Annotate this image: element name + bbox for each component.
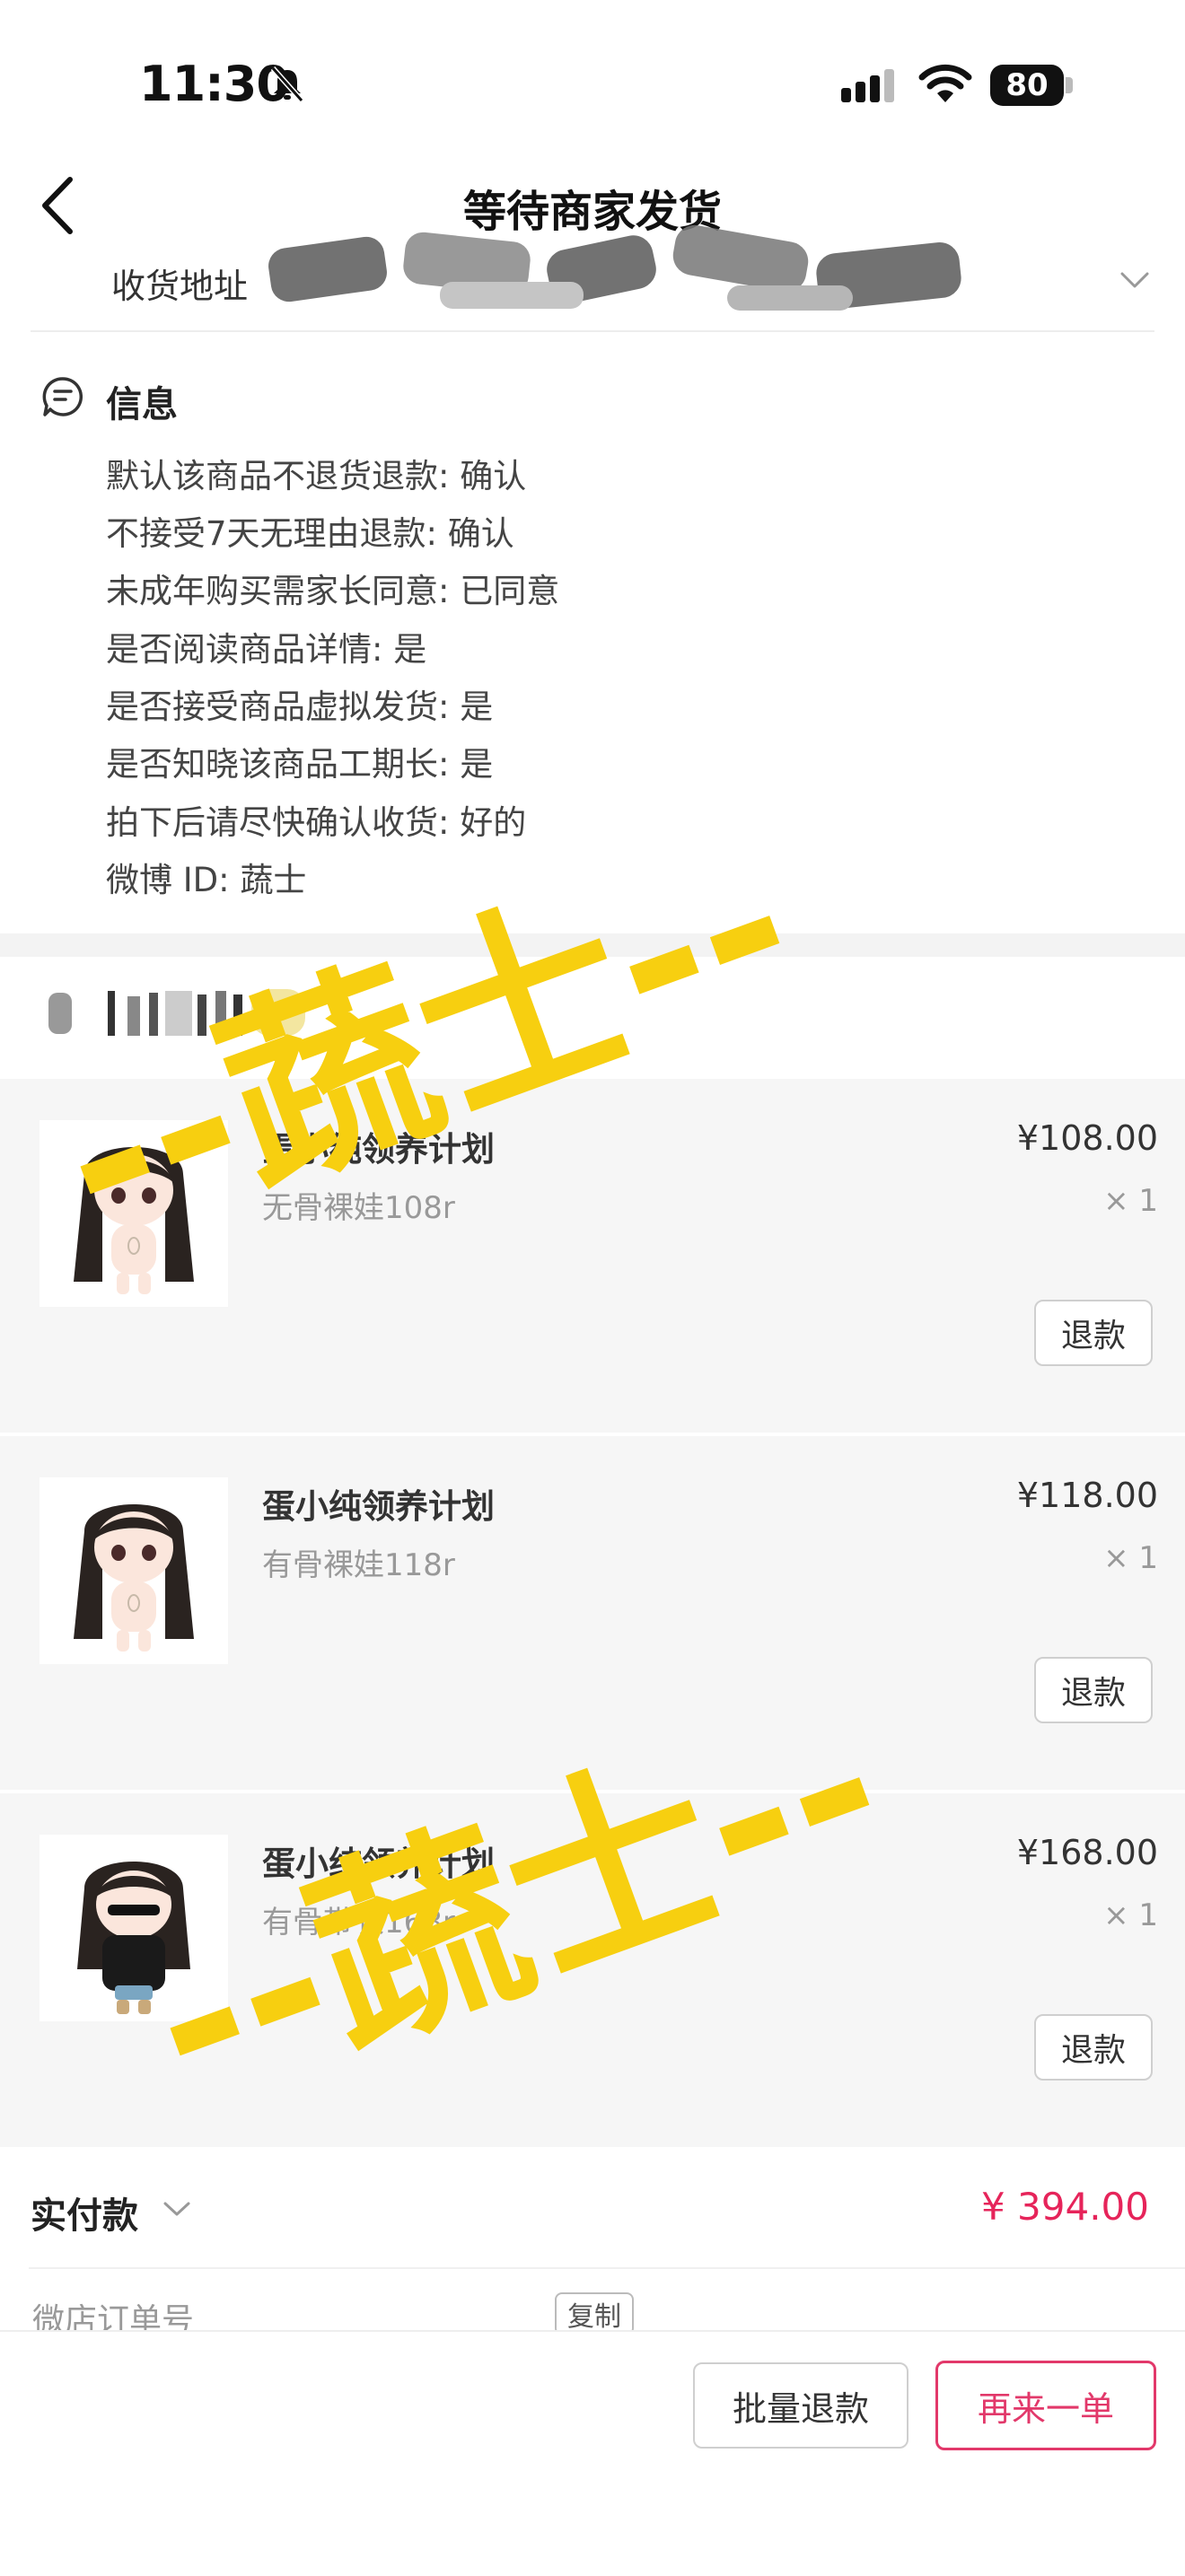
info-line: 是否知晓该商品工期长: 是 [106,745,494,784]
payment-label: 实付款 [31,2195,138,2237]
payment-amount: ¥ 394.00 [980,2185,1149,2229]
batch-refund-button[interactable]: 批量退款 [693,2362,908,2449]
info-line: 拍下后请尽快确认收货: 好的 [106,803,527,842]
address-redaction [268,224,961,311]
product-name: 蛋小纯领养计划 [262,1844,495,1883]
message-icon [42,377,83,416]
status-time: 11:30 [139,56,290,112]
product-spec: 无骨裸娃108r [262,1190,455,1226]
refund-button[interactable]: 退款 [1034,1657,1153,1723]
address-label: 收货地址 [111,267,249,306]
copy-button[interactable]: 复制 [555,2292,634,2335]
product-price: ¥108.00 [1016,1118,1158,1158]
product-quantity: × 1 [1103,1540,1158,1576]
product-price: ¥168.00 [1016,1833,1158,1872]
product-quantity: × 1 [1103,1183,1158,1219]
info-line: 是否接受商品虚拟发货: 是 [106,688,494,726]
info-line: 默认该商品不退货退款: 确认 [106,457,527,495]
expand-chevron-icon[interactable] [1119,269,1151,291]
product-spec: 有骨裸娃118r [262,1547,455,1583]
info-line: 是否阅读商品详情: 是 [106,630,427,669]
info-line: 未成年购买需家长同意: 已同意 [106,572,560,610]
divider [31,330,1154,332]
info-title: 信息 [106,384,178,425]
battery-level: 80 [990,65,1064,106]
order-item: 蛋小纯领养计划 有骨带衣168r ¥168.00 × 1 退款 [0,1793,1185,2147]
order-item: 蛋小纯领养计划 无骨裸娃108r ¥108.00 × 1 退款 [0,1079,1185,1433]
refund-button[interactable]: 退款 [1034,1300,1153,1366]
section-gap [0,933,1185,957]
product-image [40,1835,228,2021]
info-line: 不接受7天无理由退款: 确认 [106,514,514,553]
shop-name-redaction [48,989,305,1036]
doll-image [74,1504,194,1652]
product-name: 蛋小纯领养计划 [262,1130,495,1169]
doll-image [77,1862,190,2014]
battery-icon: 80 [990,65,1073,106]
product-spec: 有骨带衣168r [262,1905,455,1941]
order-item: 蛋小纯领养计划 有骨裸娃118r ¥118.00 × 1 退款 [0,1436,1185,1790]
product-image [40,1120,228,1307]
product-name: 蛋小纯领养计划 [262,1487,495,1526]
product-quantity: × 1 [1103,1897,1158,1933]
product-price: ¥118.00 [1016,1476,1158,1515]
info-line: 微博 ID: 蔬士 [106,861,307,899]
chevron-down-icon[interactable] [162,2199,192,2219]
product-image [40,1477,228,1664]
cellular-signal-icon [841,69,894,102]
reorder-button[interactable]: 再来一单 [935,2361,1156,2450]
refund-button[interactable]: 退款 [1034,2014,1153,2081]
wifi-icon [918,64,972,102]
silent-bell-icon [270,66,304,102]
divider [29,2267,1185,2269]
doll-image [74,1147,194,1294]
